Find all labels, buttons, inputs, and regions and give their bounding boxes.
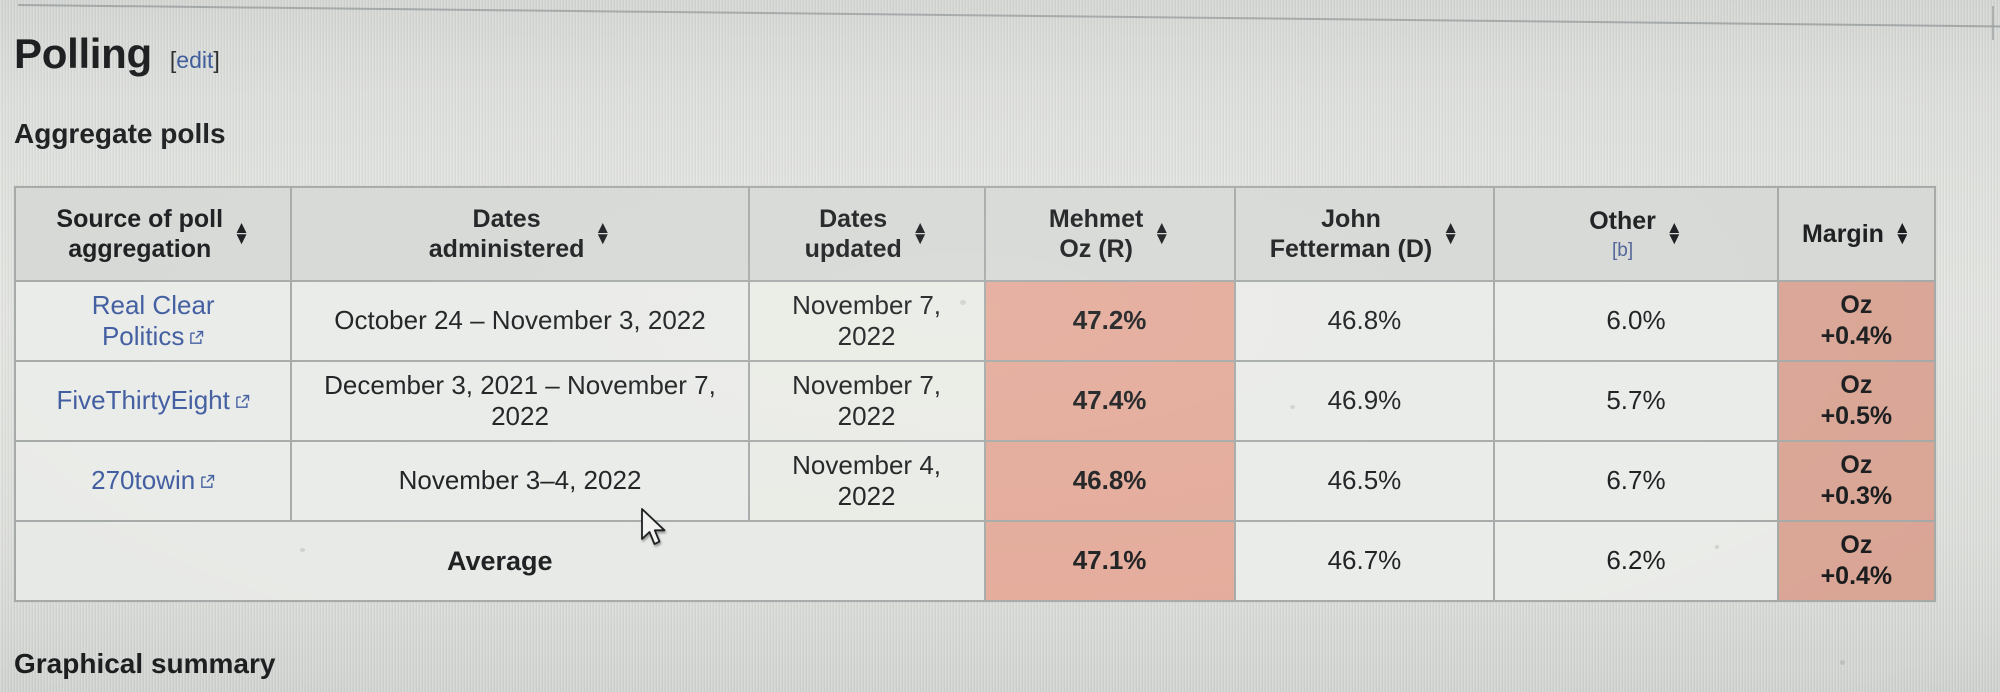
cell-margin: Oz +0.4% xyxy=(1776,280,1937,362)
margin-value: +0.5% xyxy=(1820,402,1893,430)
sort-down-icon: ▼ xyxy=(1153,229,1171,248)
table-row: FiveThirtyEight December 3, 2021 – Novem… xyxy=(13,360,1937,442)
column-header-source-of-poll-aggregation[interactable]: Source of poll aggregation ▲ ▼ xyxy=(13,186,293,282)
sort-down-icon: ▼ xyxy=(1442,229,1460,248)
column-header-margin[interactable]: Margin ▲ ▼ xyxy=(1776,186,1937,282)
cell-mehmet-oz-percent: 46.8% xyxy=(983,440,1236,522)
cell-average-other-percent: 6.2% xyxy=(1493,520,1779,602)
cell-source-aggregator[interactable]: FiveThirtyEight xyxy=(13,360,293,442)
cell-average-label: Average xyxy=(14,520,986,602)
sort-arrows-icon[interactable]: ▲ ▼ xyxy=(1665,220,1683,248)
margin-value: +0.4% xyxy=(1820,322,1893,350)
cell-margin: Oz +0.5% xyxy=(1776,360,1937,442)
cell-margin: Oz +0.3% xyxy=(1776,440,1937,522)
dates-updated-line1: November 7, xyxy=(792,369,941,400)
sort-down-icon: ▼ xyxy=(233,229,250,248)
cell-other-percent: 6.7% xyxy=(1493,440,1779,522)
edit-section-link[interactable]: [edit] xyxy=(170,47,220,74)
column-header-label: Margin xyxy=(1801,219,1884,248)
column-header-label: Dates administered xyxy=(428,204,585,264)
dates-updated-line2: 2022 xyxy=(837,321,896,351)
margin-value: +0.3% xyxy=(1820,482,1893,510)
source-name-line2: Politics xyxy=(101,321,185,351)
cell-dates-updated: November 7, 2022 xyxy=(747,360,986,442)
column-header-john-fetterman[interactable]: John Fetterman (D) ▲ ▼ xyxy=(1233,186,1496,282)
source-name-line1: Real Clear xyxy=(91,289,215,320)
cell-john-fetterman-percent: 46.9% xyxy=(1233,360,1496,442)
margin-leader: Oz xyxy=(1840,290,1873,319)
column-header-mehmet-oz[interactable]: Mehmet Oz (R) ▲ ▼ xyxy=(983,186,1236,282)
margin-value: +0.4% xyxy=(1820,562,1893,590)
column-header-dates-updated[interactable]: Dates updated ▲ ▼ xyxy=(747,186,986,282)
column-header-label: Source of poll aggregation xyxy=(56,204,224,264)
subsection-heading-graphical-summary: Graphical summary xyxy=(14,648,276,679)
footnote-reference-b[interactable]: [b] xyxy=(1589,239,1656,262)
sort-arrows-icon[interactable]: ▲ ▼ xyxy=(1442,220,1460,248)
table-header-row: Source of poll aggregation ▲ ▼ Dates adm… xyxy=(13,186,1937,282)
cell-source-aggregator[interactable]: 270towin xyxy=(13,440,293,522)
aggregate-polls-table: Source of poll aggregation ▲ ▼ Dates adm… xyxy=(13,186,1937,602)
cell-dates-administered: December 3, 2021 – November 7, 2022 xyxy=(290,360,750,442)
cell-average-john-fetterman-percent: 46.7% xyxy=(1233,520,1496,602)
edit-link-label[interactable]: edit xyxy=(176,47,213,73)
dates-updated-line2: 2022 xyxy=(837,481,896,511)
column-header-label: Mehmet Oz (R) xyxy=(1048,204,1144,264)
sort-down-icon: ▼ xyxy=(911,229,929,248)
external-link-icon xyxy=(189,330,204,345)
column-header-dates-administered[interactable]: Dates administered ▲ ▼ xyxy=(290,186,750,282)
table-row-average: Average 47.1% 46.7% 6.2% Oz +0.4% xyxy=(14,520,1937,602)
cell-average-mehmet-oz-percent: 47.1% xyxy=(983,520,1236,602)
cell-source-aggregator[interactable]: Real Clear Politics xyxy=(13,280,293,362)
dates-updated-line2: 2022 xyxy=(837,401,896,431)
sort-arrows-icon[interactable]: ▲ ▼ xyxy=(594,220,612,248)
source-name-line1: 270towin xyxy=(91,465,196,496)
source-link-270towin[interactable]: 270towin xyxy=(91,465,215,495)
column-header-other[interactable]: Other [b] ▲ ▼ xyxy=(1493,186,1779,282)
subsection-heading-aggregate-polls: Aggregate polls xyxy=(14,118,226,149)
source-link-real-clear-politics[interactable]: Real Clear Politics xyxy=(92,290,215,351)
page-title: Polling xyxy=(14,30,152,77)
sort-arrows-icon[interactable]: ▲ ▼ xyxy=(1893,220,1911,248)
column-header-label: Other [b] xyxy=(1589,207,1656,262)
sort-down-icon: ▼ xyxy=(594,229,612,248)
sort-arrows-icon[interactable]: ▲ ▼ xyxy=(1153,220,1171,248)
column-header-label: Dates updated xyxy=(804,204,902,264)
margin-leader: Oz xyxy=(1840,450,1873,479)
dates-updated-line1: November 4, xyxy=(792,449,941,480)
cell-mehmet-oz-percent: 47.4% xyxy=(983,360,1236,442)
sort-arrows-icon[interactable]: ▲ ▼ xyxy=(911,220,929,248)
cell-average-margin: Oz +0.4% xyxy=(1776,520,1937,602)
table-row: 270towin November 3–4, 2022 November 4, 2… xyxy=(13,440,1937,522)
sort-arrows-icon[interactable]: ▲ ▼ xyxy=(233,220,250,248)
cell-john-fetterman-percent: 46.8% xyxy=(1233,280,1496,362)
cell-mehmet-oz-percent: 47.2% xyxy=(983,280,1236,362)
cell-other-percent: 6.0% xyxy=(1493,280,1779,362)
cell-other-percent: 5.7% xyxy=(1493,360,1779,442)
column-header-label: John Fetterman (D) xyxy=(1269,204,1433,264)
cell-dates-administered: October 24 – November 3, 2022 xyxy=(290,280,750,362)
cell-dates-administered: November 3–4, 2022 xyxy=(290,440,750,522)
cell-dates-updated: November 7, 2022 xyxy=(747,280,986,362)
section-heading-row: Polling [edit] xyxy=(14,30,220,78)
sort-down-icon: ▼ xyxy=(1893,229,1911,248)
edit-close-bracket: ] xyxy=(213,47,220,73)
external-link-icon xyxy=(200,474,215,489)
margin-leader: Oz xyxy=(1840,370,1873,399)
margin-leader: Oz xyxy=(1840,530,1873,559)
source-link-fivethirtyeight[interactable]: FiveThirtyEight xyxy=(56,385,250,416)
dates-updated-line1: November 7, xyxy=(792,289,941,320)
source-name-line1: FiveThirtyEight xyxy=(56,385,230,416)
sort-down-icon: ▼ xyxy=(1665,228,1683,248)
table-row: Real Clear Politics October 24 – November… xyxy=(13,280,1937,362)
cell-dates-updated: November 4, 2022 xyxy=(747,440,986,522)
external-link-icon xyxy=(235,394,250,409)
cell-john-fetterman-percent: 46.5% xyxy=(1233,440,1496,522)
